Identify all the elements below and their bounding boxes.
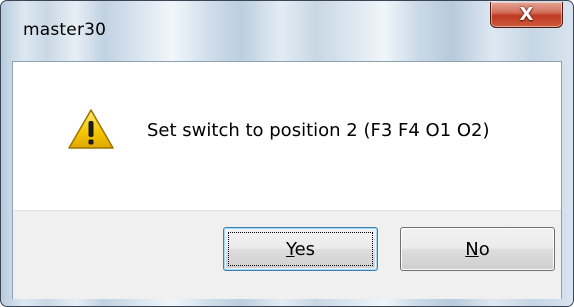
focus-rectangle — [228, 232, 373, 266]
title-bar[interactable]: master30 X — [1, 1, 573, 61]
no-mnemonic: N — [465, 238, 479, 260]
no-button[interactable]: No — [400, 227, 555, 271]
warning-icon — [68, 109, 114, 149]
yes-button[interactable]: Yes — [223, 227, 378, 271]
no-label-rest: o — [478, 238, 490, 260]
close-button[interactable]: X — [490, 2, 563, 28]
no-button-label: No — [465, 239, 489, 260]
dialog-window: master30 X Set switch to position 2 (F3 … — [0, 0, 574, 307]
dialog-message: Set switch to position 2 (F3 F4 O1 O2) — [147, 120, 490, 141]
close-icon: X — [519, 3, 534, 25]
dialog-body: Set switch to position 2 (F3 F4 O1 O2) Y… — [12, 61, 562, 299]
window-title: master30 — [23, 20, 107, 40]
button-bar: Yes No — [13, 210, 561, 299]
